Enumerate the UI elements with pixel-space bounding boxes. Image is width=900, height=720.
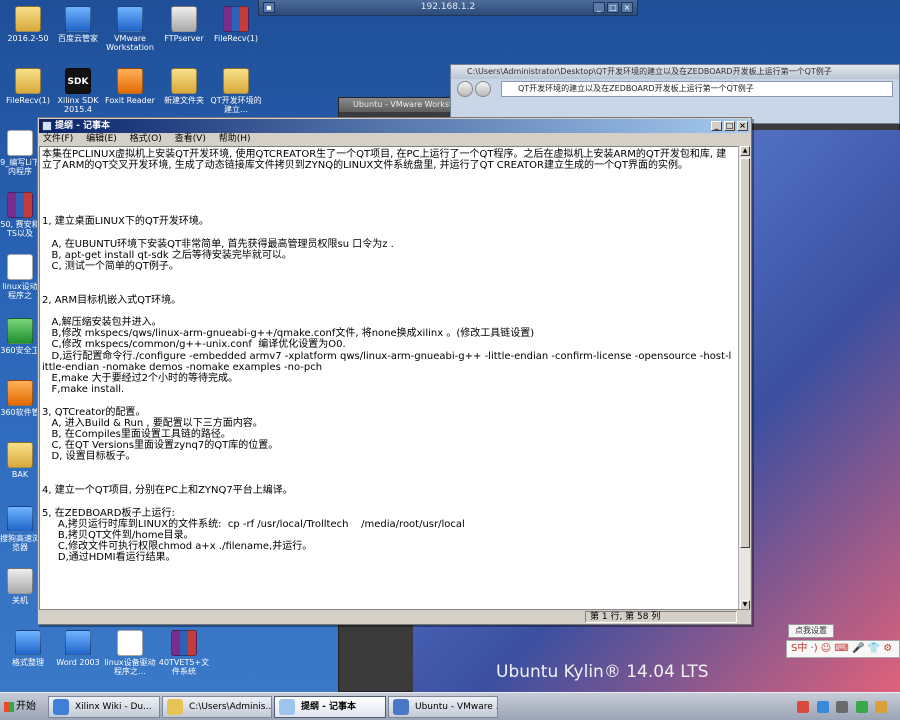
folder-icon — [167, 699, 183, 715]
desktop-icon-sogou-browser[interactable]: 搜狗高速浏览器 — [0, 506, 40, 552]
explorer-nav[interactable] — [457, 81, 497, 97]
desktop-icon-foxit-reader[interactable]: Foxit Reader — [102, 68, 158, 105]
ubuntu-logo-text: Ubuntu Kylin® 14.04 LTS — [496, 662, 709, 682]
minimize-button[interactable]: _ — [711, 121, 722, 131]
folder-icon — [223, 68, 249, 94]
pin-icon[interactable]: ▪ — [263, 2, 275, 13]
taskbar-item-notepad[interactable]: 提纲 - 记事本 — [274, 696, 386, 718]
menu-file[interactable]: 文件(F) — [43, 134, 73, 144]
explorer-window[interactable]: C:\Users\Administrator\Desktop\QT开发环境的建立… — [450, 64, 900, 124]
desktop-icon-filerecv-folder[interactable]: FileRecv(1) — [0, 68, 56, 105]
desktop-icon-format-tool[interactable]: 格式整理 — [0, 630, 56, 667]
text-editor-area[interactable]: 本集在PCLINUX虚拟机上安装QT开发环境, 使用QTCREATOR生了一个Q… — [39, 146, 739, 610]
ftp-server-icon — [171, 6, 197, 32]
desktop: 2016.2-50 百度云管家 VMware Workstation FTPse… — [0, 0, 900, 692]
desktop-icon-linux-driver-doc-2[interactable]: linux设备驱动程序之… — [102, 630, 158, 676]
menu-format[interactable]: 格式(O) — [130, 134, 162, 144]
format-tool-icon — [15, 630, 41, 656]
desktop-icon-new-folder[interactable]: 新建文件夹 — [156, 68, 212, 105]
desktop-icon-folder-2016[interactable]: 2016.2-50 — [0, 6, 56, 43]
notepad-icon — [279, 699, 295, 715]
taskbar-item-explorer[interactable]: C:\Users\Adminis... — [162, 696, 272, 718]
start-button[interactable]: 开始 — [2, 696, 44, 718]
desktop-icon-filerecv-archive[interactable]: FileRecv(1) — [208, 6, 264, 43]
folder-icon — [15, 6, 41, 32]
explorer-title: C:\Users\Administrator\Desktop\QT开发环境的建立… — [451, 65, 899, 79]
desktop-icon-360-software[interactable]: 360软件管 — [0, 380, 40, 417]
sogou-browser-icon — [53, 699, 69, 715]
folder-icon — [7, 442, 33, 468]
menu-help[interactable]: 帮助(H) — [219, 134, 251, 144]
desktop-icon-archive-filesystem[interactable]: 40TVET5+文件系统 — [156, 630, 212, 676]
word-icon — [65, 630, 91, 656]
menu-bar: 文件(F) 编辑(E) 格式(O) 查看(V) 帮助(H) — [39, 133, 750, 146]
network-icon[interactable] — [816, 701, 829, 713]
desktop-icon-qt-folder[interactable]: QT开发环境的建立… — [208, 68, 264, 114]
software-360-icon — [7, 380, 33, 406]
back-icon[interactable] — [457, 81, 473, 97]
taskbar-item-xilinx-wiki[interactable]: Xilinx Wiki - Du... — [48, 696, 160, 718]
taskbar: 开始 Xilinx Wiki - Du... C:\Users\Adminis.… — [0, 692, 900, 720]
system-tray — [795, 696, 900, 718]
minimize-button[interactable]: _ — [593, 2, 605, 13]
tray-app-icon[interactable] — [855, 701, 868, 713]
shutdown-icon — [7, 568, 33, 594]
desktop-icon-archive-50[interactable]: 50, 赛安和TS以及 — [0, 192, 40, 238]
security-360-icon — [7, 318, 33, 344]
winrar-archive-icon — [7, 192, 33, 218]
scrollbar-thumb[interactable] — [740, 158, 750, 548]
folder-icon — [171, 68, 197, 94]
desktop-icon-vmware[interactable]: VMware Workstation — [102, 6, 158, 52]
desktop-icon-bak[interactable]: BAK — [0, 442, 40, 479]
remote-desktop-bar[interactable]: ▪ 192.168.1.2 _ □ × — [258, 0, 638, 16]
baidu-cloud-icon — [65, 6, 91, 32]
remote-host-label: 192.168.1.2 — [420, 2, 476, 12]
address-bar[interactable]: QT开发环境的建立以及在ZEDBOARD开发板上运行第一个QT例子 — [501, 81, 893, 97]
menu-edit[interactable]: 编辑(E) — [86, 134, 117, 144]
vmware-icon — [117, 6, 143, 32]
ime-toolbar[interactable]: S中 ·) ☺ ⌨ 🎤 👕 ⚙ — [786, 640, 900, 658]
input-method-icon[interactable] — [875, 701, 887, 713]
restore-button[interactable]: □ — [607, 2, 619, 13]
desktop-icon-360-security[interactable]: 360安全卫 — [0, 318, 40, 355]
forward-icon[interactable] — [475, 81, 491, 97]
scroll-up-arrow-icon[interactable]: ▲ — [740, 146, 750, 156]
maximize-button[interactable]: □ — [724, 121, 735, 131]
security-tray-icon[interactable] — [797, 701, 809, 713]
volume-icon[interactable] — [836, 701, 848, 713]
desktop-icon-ftpserver[interactable]: FTPserver — [156, 6, 212, 43]
status-bar: 第 1 行, 第 58 列 — [39, 609, 750, 623]
notepad-window[interactable]: 提纲 - 记事本 _ □ × 文件(F) 编辑(E) 格式(O) 查看(V) 帮… — [37, 117, 752, 625]
start-label: 开始 — [16, 701, 36, 712]
document-icon — [7, 130, 33, 156]
document-icon — [117, 630, 143, 656]
desktop-icon-xilinx-sdk[interactable]: SDK Xilinx SDK 2015.4 — [50, 68, 106, 114]
foxit-reader-icon — [117, 68, 143, 94]
notepad-icon — [42, 121, 52, 131]
desktop-icon-word-2003[interactable]: Word 2003 — [50, 630, 106, 667]
taskbar-item-vmware[interactable]: Ubuntu - VMware ... — [388, 696, 498, 718]
menu-view[interactable]: 查看(V) — [175, 134, 206, 144]
close-button[interactable]: × — [621, 2, 633, 13]
cursor-position: 第 1 行, 第 58 列 — [585, 611, 737, 623]
desktop-icon-linux-doc[interactable]: 9_编写Li下内程序 — [0, 130, 40, 176]
document-text[interactable]: 本集在PCLINUX虚拟机上安装QT开发环境, 使用QTCREATOR生了一个Q… — [42, 149, 734, 564]
desktop-icon-baidu-cloud[interactable]: 百度云管家 — [50, 6, 106, 43]
folder-icon — [15, 68, 41, 94]
windows-logo-icon — [4, 702, 14, 712]
xilinx-sdk-icon: SDK — [65, 68, 91, 94]
winrar-archive-icon — [171, 630, 197, 656]
desktop-icon-shutdown[interactable]: 关机 — [0, 568, 40, 605]
sogou-browser-icon — [7, 506, 33, 532]
desktop-icon-linux-driver-doc[interactable]: linux设动程序之 — [0, 254, 40, 300]
vertical-scrollbar[interactable]: ▲ ▼ — [738, 146, 750, 610]
ime-settings-hint[interactable]: 点我设置 — [788, 624, 834, 638]
close-button[interactable]: × — [737, 121, 748, 131]
vmware-icon — [393, 699, 409, 715]
winrar-archive-icon — [223, 6, 249, 32]
notepad-title: 提纲 - 记事本 — [55, 121, 111, 131]
notepad-titlebar[interactable]: 提纲 - 记事本 _ □ × — [39, 119, 750, 133]
document-icon — [7, 254, 33, 280]
